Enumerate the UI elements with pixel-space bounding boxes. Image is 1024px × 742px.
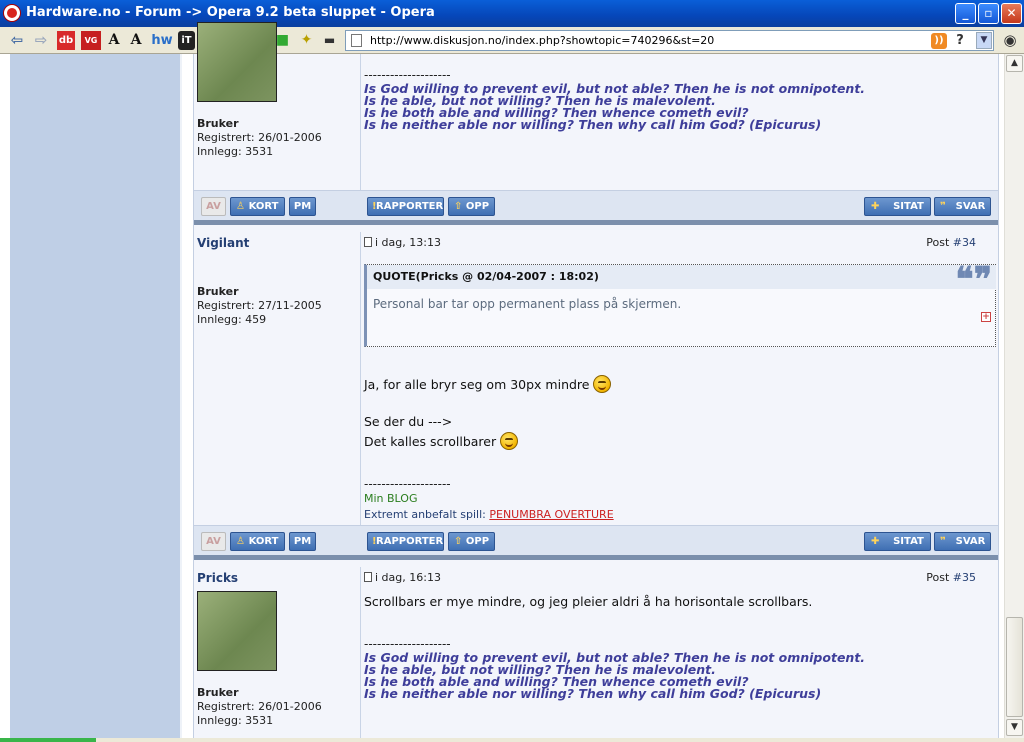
pm-button[interactable]: PM bbox=[289, 532, 316, 551]
scroll-up-button[interactable]: ▲ bbox=[1006, 55, 1023, 72]
top-button[interactable]: ⇧ OPP bbox=[448, 197, 495, 216]
scroll-down-button[interactable]: ▼ bbox=[1006, 719, 1023, 736]
post-date-text: i dag, 16:13 bbox=[375, 571, 441, 584]
post-text-line: Se der du ---> bbox=[364, 414, 453, 429]
load-progress bbox=[0, 738, 96, 742]
document-icon bbox=[364, 572, 372, 582]
post-date: i dag, 16:13 bbox=[364, 571, 441, 584]
quote-mark-icon: ❞ bbox=[940, 536, 946, 547]
scroll-thumb[interactable] bbox=[1006, 617, 1023, 717]
post-divider bbox=[194, 220, 998, 225]
arrow-up-icon: ⇧ bbox=[454, 536, 463, 547]
column-separator bbox=[360, 54, 361, 190]
quote-header: QUOTE(Pricks @ 02/04-2007 : 18:02) bbox=[367, 265, 996, 289]
blog-link[interactable]: Min BLOG bbox=[364, 492, 417, 505]
registered-date: Registrert: 26/01-2006 bbox=[197, 131, 322, 144]
signature-line: Is he neither able nor willing? Then why… bbox=[364, 686, 822, 701]
rapporter-label: RAPPORTER bbox=[376, 536, 444, 547]
arrow-up-icon: ⇧ bbox=[454, 201, 463, 212]
quote-block: QUOTE(Pricks @ 02/04-2007 : 18:02) ❝❞ Pe… bbox=[364, 260, 996, 347]
post-number-link[interactable]: #34 bbox=[953, 236, 976, 249]
status-bar bbox=[0, 738, 1024, 742]
post-action-bar: AV ♙ KORT PM ! RAPPORTER ⇧ OPP ✚ SITAT ❞ SVAR bbox=[194, 190, 998, 220]
post-divider bbox=[194, 555, 998, 560]
exclamation-icon: ! bbox=[372, 536, 377, 547]
post-number: Post #35 bbox=[926, 571, 976, 584]
kort-label: KORT bbox=[248, 536, 279, 547]
author-role: Bruker bbox=[197, 686, 239, 699]
post-text-line: Det kalles scrollbarer bbox=[364, 432, 519, 450]
document-icon bbox=[364, 237, 372, 247]
kort-label: KORT bbox=[248, 201, 279, 212]
profile-card-button[interactable]: ♙ KORT bbox=[230, 197, 285, 216]
plus-icon: ✚ bbox=[871, 536, 880, 547]
penumbra-link[interactable]: PENUMBRA OVERTURE bbox=[489, 508, 613, 521]
quote-button[interactable]: ✚ SITAT bbox=[864, 532, 931, 551]
post-action-bar: AV ♙ KORT PM ! RAPPORTER ⇧ OPP ✚ SITAT ❞ SVAR bbox=[194, 525, 998, 555]
author-role: Bruker bbox=[197, 117, 239, 130]
post-label: Post bbox=[926, 571, 953, 584]
quote-mark-icon: ❞ bbox=[940, 201, 946, 212]
reply-button[interactable]: ❞ SVAR bbox=[934, 532, 991, 551]
recommend-text: Extremt anbefalt spill: bbox=[364, 508, 490, 521]
opp-label: OPP bbox=[465, 201, 490, 212]
quote-marks-icon: ❝❞ bbox=[955, 260, 992, 300]
av-button[interactable]: AV bbox=[201, 197, 226, 216]
post-count: Innlegg: 3531 bbox=[197, 714, 274, 727]
av-button[interactable]: AV bbox=[201, 532, 226, 551]
signature-separator: -------------------- bbox=[364, 68, 451, 82]
opp-label: OPP bbox=[465, 536, 490, 547]
column-separator bbox=[360, 567, 361, 738]
profile-card-button[interactable]: ♙ KORT bbox=[230, 532, 285, 551]
post-text: Ja, for alle bryr seg om 30px mindre bbox=[364, 377, 590, 392]
signature-line: Is he neither able nor willing? Then why… bbox=[364, 117, 822, 132]
sitat-label: SITAT bbox=[893, 201, 924, 212]
forum-layer: Bruker Registrert: 26/01-2006 Innlegg: 3… bbox=[0, 0, 1004, 738]
tongue-smiley-icon bbox=[500, 432, 519, 450]
author-role: Bruker bbox=[197, 285, 239, 298]
close-button[interactable]: ✕ bbox=[1001, 3, 1022, 24]
pm-button[interactable]: PM bbox=[289, 197, 316, 216]
post-label: Post bbox=[926, 236, 953, 249]
signature-separator: -------------------- bbox=[364, 477, 451, 491]
quote-text: Personal bar tar opp permanent plass på … bbox=[373, 297, 682, 311]
reply-button[interactable]: ❞ SVAR bbox=[934, 197, 991, 216]
sitat-label: SITAT bbox=[893, 536, 924, 547]
rapporter-label: RAPPORTER bbox=[376, 201, 444, 212]
signature-separator: -------------------- bbox=[364, 637, 451, 651]
avatar[interactable] bbox=[197, 22, 277, 102]
user-icon: ♙ bbox=[236, 201, 245, 212]
report-button[interactable]: ! RAPPORTER bbox=[367, 197, 444, 216]
column-separator bbox=[360, 232, 361, 525]
post-date: i dag, 13:13 bbox=[364, 236, 441, 249]
user-icon: ♙ bbox=[236, 536, 245, 547]
vertical-scrollbar[interactable]: ▲ ▼ bbox=[1004, 54, 1024, 738]
post-text-line: Ja, for alle bryr seg om 30px mindre bbox=[364, 375, 612, 393]
tongue-smiley-icon bbox=[593, 375, 612, 393]
avatar[interactable] bbox=[197, 591, 277, 671]
post-date-text: i dag, 13:13 bbox=[375, 236, 441, 249]
svar-label: SVAR bbox=[955, 536, 986, 547]
post-author[interactable]: Vigilant bbox=[197, 236, 249, 250]
post-number-link[interactable]: #35 bbox=[953, 571, 976, 584]
registered-date: Registrert: 26/01-2006 bbox=[197, 700, 322, 713]
plus-icon: ✚ bbox=[871, 201, 880, 212]
signature-recommend: Extremt anbefalt spill: PENUMBRA OVERTUR… bbox=[364, 508, 614, 521]
post-text: Scrollbars er mye mindre, og jeg pleier … bbox=[364, 594, 813, 609]
top-button[interactable]: ⇧ OPP bbox=[448, 532, 495, 551]
post-text: Det kalles scrollbarer bbox=[364, 434, 497, 449]
expand-quote-icon[interactable]: + bbox=[981, 312, 991, 322]
registered-date: Registrert: 27/11-2005 bbox=[197, 299, 322, 312]
exclamation-icon: ! bbox=[372, 201, 377, 212]
post-count: Innlegg: 459 bbox=[197, 313, 267, 326]
post-number: Post #34 bbox=[926, 236, 976, 249]
post-author[interactable]: Pricks bbox=[197, 571, 238, 585]
svar-label: SVAR bbox=[955, 201, 986, 212]
report-button[interactable]: ! RAPPORTER bbox=[367, 532, 444, 551]
post-count: Innlegg: 3531 bbox=[197, 145, 274, 158]
quote-button[interactable]: ✚ SITAT bbox=[864, 197, 931, 216]
